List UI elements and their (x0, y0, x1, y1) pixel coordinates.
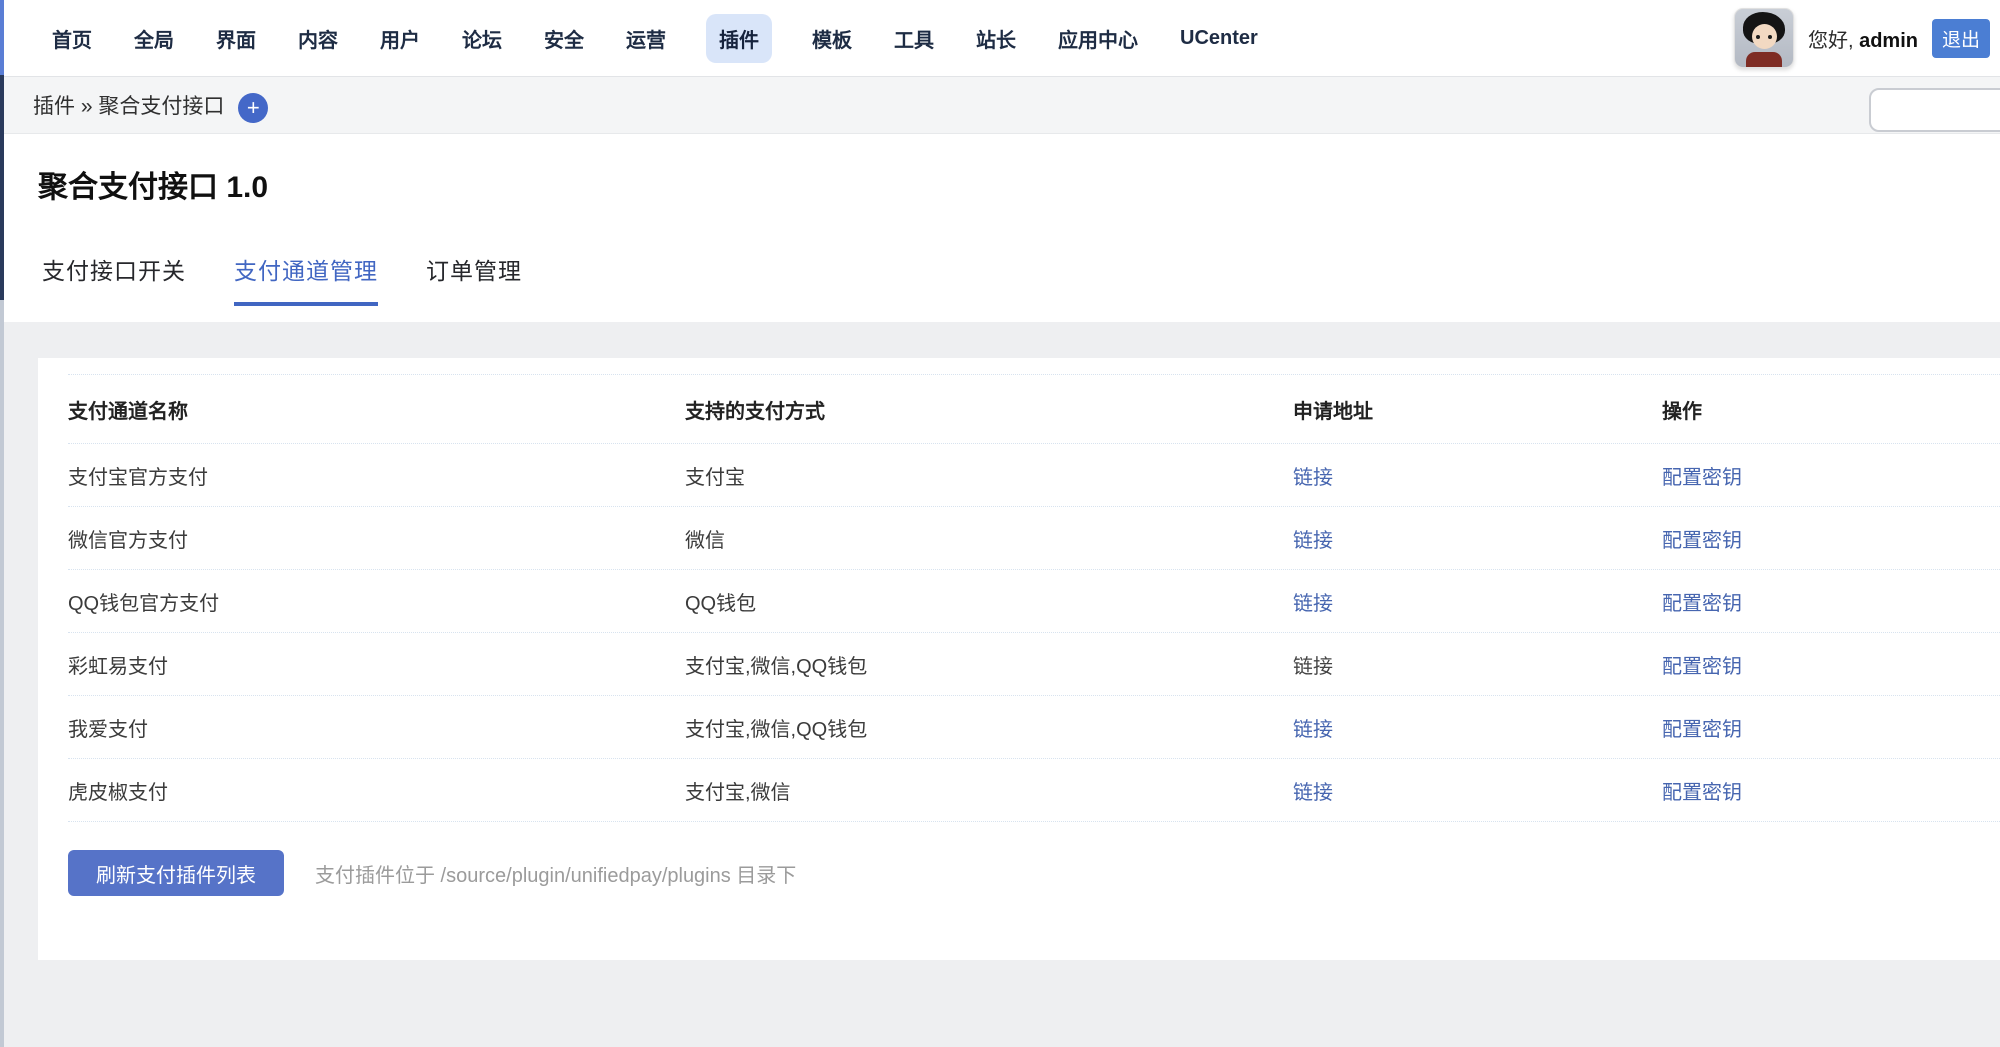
avatar-eye (1768, 35, 1772, 39)
apply-url-link[interactable]: 链接 (1293, 467, 1333, 489)
avatar-shirt (1746, 52, 1782, 68)
pay-methods-cell: QQ钱包 (685, 587, 1293, 616)
logout-button[interactable]: 退出 (1932, 19, 1990, 58)
channel-name-cell: 支付宝官方支付 (68, 461, 685, 490)
nav-item-11[interactable]: 站长 (974, 14, 1018, 63)
configure-key-link[interactable]: 配置密钥 (1662, 467, 1742, 489)
tab-0[interactable]: 支付接口开关 (42, 252, 186, 306)
payment-channel-table: 支付通道名称 支持的支付方式 申请地址 操作 支付宝官方支付支付宝链接配置密钥微… (68, 374, 2000, 822)
apply-url-link[interactable]: 链接 (1293, 593, 1333, 615)
refresh-plugin-list-button[interactable]: 刷新支付插件列表 (68, 850, 284, 896)
table-body: 支付宝官方支付支付宝链接配置密钥微信官方支付微信链接配置密钥QQ钱包官方支付QQ… (68, 444, 2000, 822)
tab-1[interactable]: 支付通道管理 (234, 252, 378, 306)
channel-name-cell: QQ钱包官方支付 (68, 587, 685, 616)
nav-item-3[interactable]: 内容 (296, 14, 340, 63)
page-background-band (4, 322, 2000, 358)
search-input[interactable] (1869, 88, 2000, 132)
table-row: 我爱支付支付宝,微信,QQ钱包链接 配置密钥 (68, 696, 2000, 759)
nav-item-0[interactable]: 首页 (50, 14, 94, 63)
channel-name-cell: 虎皮椒支付 (68, 776, 685, 805)
breadcrumb-bar: 插件 » 聚合支付接口 + (4, 77, 2000, 134)
pay-methods-cell: 支付宝,微信,QQ钱包 (685, 713, 1293, 742)
nav-item-6[interactable]: 安全 (542, 14, 586, 63)
plugin-path-note: 支付插件位于 /source/plugin/unifiedpay/plugins… (315, 850, 796, 896)
configure-key-link[interactable]: 配置密钥 (1662, 593, 1742, 615)
channel-name-cell: 我爱支付 (68, 713, 685, 742)
pay-methods-cell: 微信 (685, 524, 1293, 553)
avatar-eye (1756, 35, 1760, 39)
configure-key-link[interactable]: 配置密钥 (1662, 530, 1742, 552)
configure-key-link[interactable]: 配置密钥 (1662, 719, 1742, 741)
header-pay-methods: 支持的支付方式 (685, 395, 1293, 424)
nav-item-10[interactable]: 工具 (892, 14, 936, 63)
table-row: 虎皮椒支付支付宝,微信链接 配置密钥 (68, 759, 2000, 822)
apply-url-link[interactable]: 链接 (1293, 530, 1333, 552)
nav-items: 首页全局界面内容用户论坛安全运营插件模板工具站长应用中心 UCenter (4, 14, 1260, 63)
page-title: 聚合支付接口 1.0 (38, 162, 268, 206)
nav-item-5[interactable]: 论坛 (460, 14, 504, 63)
nav-item-13[interactable]: UCenter (1178, 17, 1260, 60)
username: admin (1859, 30, 1918, 52)
top-nav-bar: 首页全局界面内容用户论坛安全运营插件模板工具站长应用中心 UCenter 您好, … (4, 0, 2000, 77)
table-row: 支付宝官方支付支付宝链接 配置密钥 (68, 444, 2000, 507)
apply-url-link[interactable]: 链接 (1293, 782, 1333, 804)
apply-url-text: 链接 (1293, 656, 1333, 678)
table-row: 微信官方支付微信链接 配置密钥 (68, 507, 2000, 570)
admin-page: 首页全局界面内容用户论坛安全运营插件模板工具站长应用中心 UCenter 您好, … (0, 0, 2000, 1047)
content-card: 支付通道名称 支持的支付方式 申请地址 操作 支付宝官方支付支付宝链接配置密钥微… (38, 358, 2000, 960)
tab-bar: 支付接口开关支付通道管理订单管理 (42, 252, 522, 306)
header-actions: 操作 (1662, 395, 2000, 424)
configure-key-link[interactable]: 配置密钥 (1662, 782, 1742, 804)
breadcrumb: 插件 » 聚合支付接口 (33, 90, 224, 120)
pay-methods-cell: 支付宝,微信,QQ钱包 (685, 650, 1293, 679)
nav-item-2[interactable]: 界面 (214, 14, 258, 63)
table-row: 彩虹易支付支付宝,微信,QQ钱包链接 配置密钥 (68, 633, 2000, 696)
table-row: QQ钱包官方支付QQ钱包链接 配置密钥 (68, 570, 2000, 633)
nav-item-9[interactable]: 模板 (810, 14, 854, 63)
add-favorite-icon[interactable]: + (238, 93, 268, 123)
tab-2[interactable]: 订单管理 (426, 252, 522, 306)
nav-item-12[interactable]: 应用中心 (1056, 14, 1140, 63)
pay-methods-cell: 支付宝 (685, 461, 1293, 490)
nav-user-area: 您好, admin 退出 (1734, 0, 1990, 76)
greeting-prefix: 您好, (1808, 30, 1854, 52)
page-background-gutter (4, 358, 38, 960)
nav-item-4[interactable]: 用户 (378, 14, 422, 63)
nav-item-7[interactable]: 运营 (624, 14, 668, 63)
configure-key-link[interactable]: 配置密钥 (1662, 656, 1742, 678)
greeting-text: 您好, admin (1808, 24, 1918, 53)
table-header-row: 支付通道名称 支持的支付方式 申请地址 操作 (68, 374, 2000, 444)
pay-methods-cell: 支付宝,微信 (685, 776, 1293, 805)
header-apply-url: 申请地址 (1293, 395, 1662, 424)
channel-name-cell: 彩虹易支付 (68, 650, 685, 679)
header-channel-name: 支付通道名称 (68, 395, 685, 424)
channel-name-cell: 微信官方支付 (68, 524, 685, 553)
nav-item-1[interactable]: 全局 (132, 14, 176, 63)
page-background-footer (4, 960, 2000, 1047)
avatar[interactable] (1734, 8, 1794, 68)
nav-item-8[interactable]: 插件 (706, 14, 772, 63)
apply-url-link[interactable]: 链接 (1293, 719, 1333, 741)
